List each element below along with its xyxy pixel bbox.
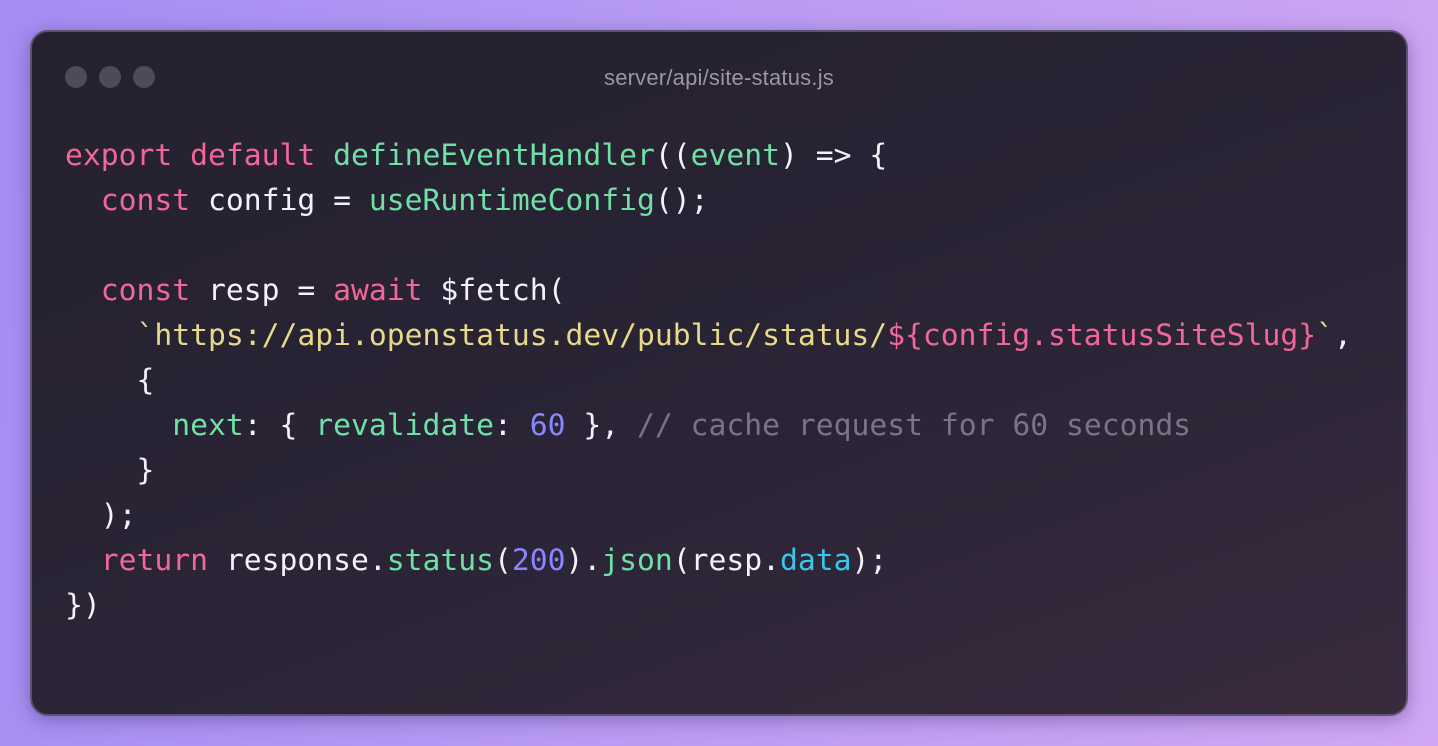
code-window: server/api/site-status.js export default… — [30, 30, 1408, 716]
code-token: defineEventHandler — [333, 138, 655, 173]
code-token: await — [333, 273, 423, 308]
code-token: `https://api.openstatus.dev/public/statu… — [136, 318, 888, 353]
code-token: : { — [243, 408, 316, 443]
code-token: response. — [208, 543, 387, 578]
code-line: return response.status(200).json(resp.da… — [65, 538, 1352, 583]
code-token: resp = — [190, 273, 334, 308]
code-line: const resp = await $fetch( — [65, 268, 1352, 313]
code-token: const — [100, 183, 191, 218]
code-token: revalidate — [315, 408, 494, 443]
code-line: ); — [65, 493, 1352, 538]
code-token: 60 — [529, 408, 566, 443]
code-token: } — [65, 453, 155, 488]
code-line: { — [65, 358, 1352, 403]
code-token: event — [690, 138, 780, 173]
code-token: ` — [1316, 318, 1335, 353]
code-token: next — [172, 408, 244, 443]
code-line: }) — [65, 583, 1352, 628]
code-token: (); — [654, 183, 709, 218]
code-token: const — [100, 273, 191, 308]
code-token: ); — [65, 498, 137, 533]
code-line: export default defineEventHandler((event… — [65, 133, 1352, 178]
code-token: default — [190, 138, 316, 173]
code-token: ). — [565, 543, 602, 578]
code-line: } — [65, 448, 1352, 493]
code-token: export — [65, 138, 173, 173]
code-token: status — [386, 543, 494, 578]
code-token: return — [100, 543, 208, 578]
code-token: useRuntimeConfig — [368, 183, 655, 218]
window-title: server/api/site-status.js — [604, 65, 834, 90]
code-token: config = — [190, 183, 369, 218]
code-token: }) — [65, 588, 101, 623]
code-token: 200 — [511, 543, 566, 578]
code-token: : — [493, 408, 530, 443]
code-token: }, — [565, 408, 637, 443]
code-token: (resp. — [672, 543, 780, 578]
code-token: ); — [851, 543, 888, 578]
code-token: ( — [493, 543, 512, 578]
code-token: { — [65, 363, 155, 398]
code-token: ${config.statusSiteSlug} — [887, 318, 1317, 353]
code-token: // cache request for 60 seconds — [636, 408, 1192, 443]
code-line: next: { revalidate: 60 }, // cache reque… — [65, 403, 1352, 448]
code-block[interactable]: export default defineEventHandler((event… — [65, 133, 1352, 628]
code-token: json — [601, 543, 673, 578]
code-token: ) => { — [779, 138, 888, 173]
code-line: `https://api.openstatus.dev/public/statu… — [65, 313, 1352, 358]
code-token: data — [779, 543, 852, 578]
window-titlebar: server/api/site-status.js — [32, 32, 1406, 124]
code-token: , — [1334, 318, 1352, 353]
code-line: const config = useRuntimeConfig(); — [65, 178, 1352, 223]
code-token: $fetch( — [422, 273, 566, 308]
code-token: (( — [654, 138, 691, 173]
